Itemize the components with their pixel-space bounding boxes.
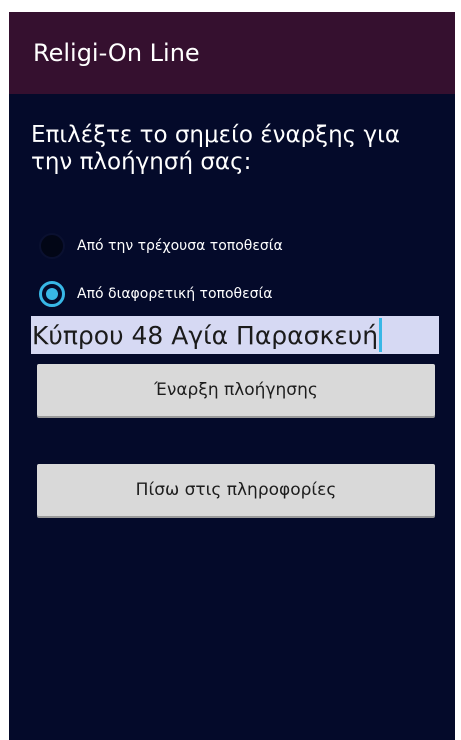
address-input-value: Κύπρου 48 Αγία Παρασκευή bbox=[32, 320, 379, 350]
radio-option-current-location[interactable]: Από την τρέχουσα τοποθεσία bbox=[39, 231, 283, 261]
action-bar: Religi-On Line bbox=[9, 12, 455, 94]
back-to-info-button[interactable]: Πίσω στις πληροφορίες bbox=[37, 464, 435, 516]
radio-label-other-location: Από διαφορετική τοποθεσία bbox=[77, 286, 273, 302]
start-point-prompt: Επιλέξτε το σημείο έναρξης για την πλοήγ… bbox=[31, 122, 401, 175]
radio-label-current-location: Από την τρέχουσα τοποθεσία bbox=[77, 238, 283, 254]
address-input[interactable]: Κύπρου 48 Αγία Παρασκευή bbox=[31, 316, 439, 354]
radio-option-other-location[interactable]: Από διαφορετική τοποθεσία bbox=[39, 279, 273, 309]
app-title: Religi-On Line bbox=[33, 39, 200, 67]
start-navigation-button[interactable]: Έναρξη πλοήγησης bbox=[37, 364, 435, 416]
radio-checked-icon[interactable] bbox=[39, 281, 65, 307]
app-screen: Religi-On Line Επιλέξτε το σημείο έναρξη… bbox=[9, 12, 455, 740]
radio-unchecked-icon[interactable] bbox=[39, 233, 65, 259]
text-cursor bbox=[379, 318, 383, 352]
